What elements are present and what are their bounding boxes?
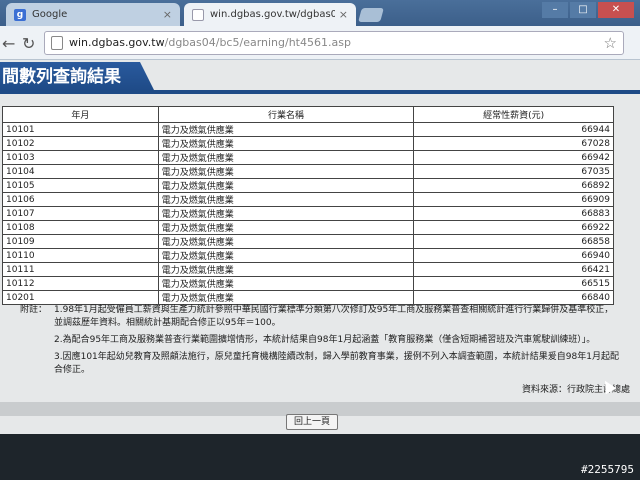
table-row: 10102 電力及燃氣供應業 67028 [2,136,614,151]
table-row: 10104 電力及燃氣供應業 67035 [2,164,614,179]
cell-year-month: 10201 [2,290,159,305]
cell-industry: 電力及燃氣供應業 [157,234,415,249]
cell-salary: 66909 [413,192,614,207]
table-row: 10106 電力及燃氣供應業 66909 [2,192,614,207]
page-icon: ▫ [192,8,204,21]
header-salary: 經常性薪資(元) [413,106,614,123]
table-row: 10110 電力及燃氣供應業 66940 [2,248,614,263]
page-info-icon[interactable] [51,36,63,50]
note-2: 2.為配合95年工商及服務業普查行業範圍擴增情形，本統計結果自98年1月起涵蓋「… [54,335,596,345]
table-row: 10103 電力及燃氣供應業 66942 [2,150,614,165]
url-path: /dgbas04/bc5/earning/ht4561.asp [164,36,351,49]
cell-year-month: 10103 [2,150,159,165]
cell-salary: 66515 [413,276,614,291]
watermark: #2255795 [581,463,634,476]
notes: 附註： 1.98年1月起受僱員工薪資與生產力統計參照中華民國行業標準分類第八次修… [20,304,620,381]
browser-toolbar: ← ↻ win.dgbas.gov.tw/dgbas04/bc5/earning… [0,26,640,60]
table-row: 10107 電力及燃氣供應業 66883 [2,206,614,221]
cell-industry: 電力及燃氣供應業 [157,122,415,137]
note-1: 1.98年1月起受僱員工薪資與生產力統計參照中華民國行業標準分類第八次修訂及95… [54,305,614,328]
cell-year-month: 10111 [2,262,159,277]
cell-year-month: 10102 [2,136,159,151]
table-row: 10201 電力及燃氣供應業 66840 [2,290,614,305]
table-row: 10112 電力及燃氣供應業 66515 [2,276,614,291]
window-controls: – □ ✕ [540,2,634,18]
cell-year-month: 10109 [2,234,159,249]
cell-industry: 電力及燃氣供應業 [157,164,415,179]
table-row: 10111 電力及燃氣供應業 66421 [2,262,614,277]
minimize-icon[interactable]: – [542,2,568,18]
results-table: 年月 行業名稱 經常性薪資(元) 10101 電力及燃氣供應業 66944 10102… [2,106,614,305]
cell-year-month: 10104 [2,164,159,179]
cell-industry: 電力及燃氣供應業 [157,136,415,151]
cell-industry: 電力及燃氣供應業 [157,248,415,263]
maximize-icon[interactable]: □ [570,2,596,18]
page-header: 間數列查詢結果 [0,60,640,96]
cell-salary: 66840 [413,290,614,305]
cell-salary: 66942 [413,150,614,165]
header-divider [0,90,640,94]
notes-label: 附註： [20,305,48,315]
back-button[interactable]: 回上一頁 [286,414,338,430]
cell-salary: 66922 [413,220,614,235]
page-bottom [0,434,640,480]
note-3: 3.因應101年起幼兒教育及照顧法施行，原兒童托育機構陸續改制，歸入學前教育事業… [54,352,619,375]
cell-salary: 66892 [413,178,614,193]
cell-year-month: 10110 [2,248,159,263]
cell-year-month: 10101 [2,122,159,137]
cell-industry: 電力及燃氣供應業 [157,220,415,235]
tab-title: Google [32,9,68,20]
cell-year-month: 10112 [2,276,159,291]
cell-industry: 電力及燃氣供應業 [157,262,415,277]
cell-salary: 66883 [413,206,614,221]
cell-industry: 電力及燃氣供應業 [157,276,415,291]
refresh-icon[interactable]: ↻ [22,34,35,53]
cell-salary: 67035 [413,164,614,179]
page-content: 間數列查詢結果 年月 行業名稱 經常性薪資(元) 10101 電力及燃氣供應業 66… [0,60,640,480]
table-row: 10108 電力及燃氣供應業 66922 [2,220,614,235]
cell-industry: 電力及燃氣供應業 [157,150,415,165]
tab-title: win.dgbas.gov.tw/dgbas04/bc [210,9,335,20]
page-title: 間數列查詢結果 [0,62,155,92]
url-domain: win.dgbas.gov.tw [69,36,165,49]
close-icon[interactable]: × [163,8,172,21]
new-tab-button[interactable] [358,8,384,22]
close-window-icon[interactable]: ✕ [598,2,634,18]
back-arrow-icon[interactable]: ← [2,34,15,53]
cell-year-month: 10106 [2,192,159,207]
cell-industry: 電力及燃氣供應業 [157,290,415,305]
cell-salary: 66421 [413,262,614,277]
cell-year-month: 10105 [2,178,159,193]
google-icon: g [14,8,26,21]
address-bar[interactable]: win.dgbas.gov.tw/dgbas04/bc5/earning/ht4… [44,31,624,55]
cell-year-month: 10108 [2,220,159,235]
table-row: 10109 電力及燃氣供應業 66858 [2,234,614,249]
table-header-row: 年月 行業名稱 經常性薪資(元) [2,106,614,123]
cell-industry: 電力及燃氣供應業 [157,178,415,193]
cell-salary: 66858 [413,234,614,249]
browser-tab-bar: g Google × ▫ win.dgbas.gov.tw/dgbas04/bc… [0,0,640,26]
cell-salary: 67028 [413,136,614,151]
cell-industry: 電力及燃氣供應業 [157,192,415,207]
results-table-container: 年月 行業名稱 經常性薪資(元) 10101 電力及燃氣供應業 66944 10102… [2,106,614,305]
cell-industry: 電力及燃氣供應業 [157,206,415,221]
table-row: 10105 電力及燃氣供應業 66892 [2,178,614,193]
tab-google[interactable]: g Google × [6,3,180,26]
cell-year-month: 10107 [2,206,159,221]
close-icon[interactable]: × [339,8,348,21]
tab-dgbas[interactable]: ▫ win.dgbas.gov.tw/dgbas04/bc × [184,3,356,26]
header-year-month: 年月 [2,106,159,123]
cell-salary: 66944 [413,122,614,137]
header-industry: 行業名稱 [157,106,415,123]
cell-salary: 66940 [413,248,614,263]
table-row: 10101 電力及燃氣供應業 66944 [2,122,614,137]
bookmark-star-icon[interactable]: ☆ [604,32,617,54]
